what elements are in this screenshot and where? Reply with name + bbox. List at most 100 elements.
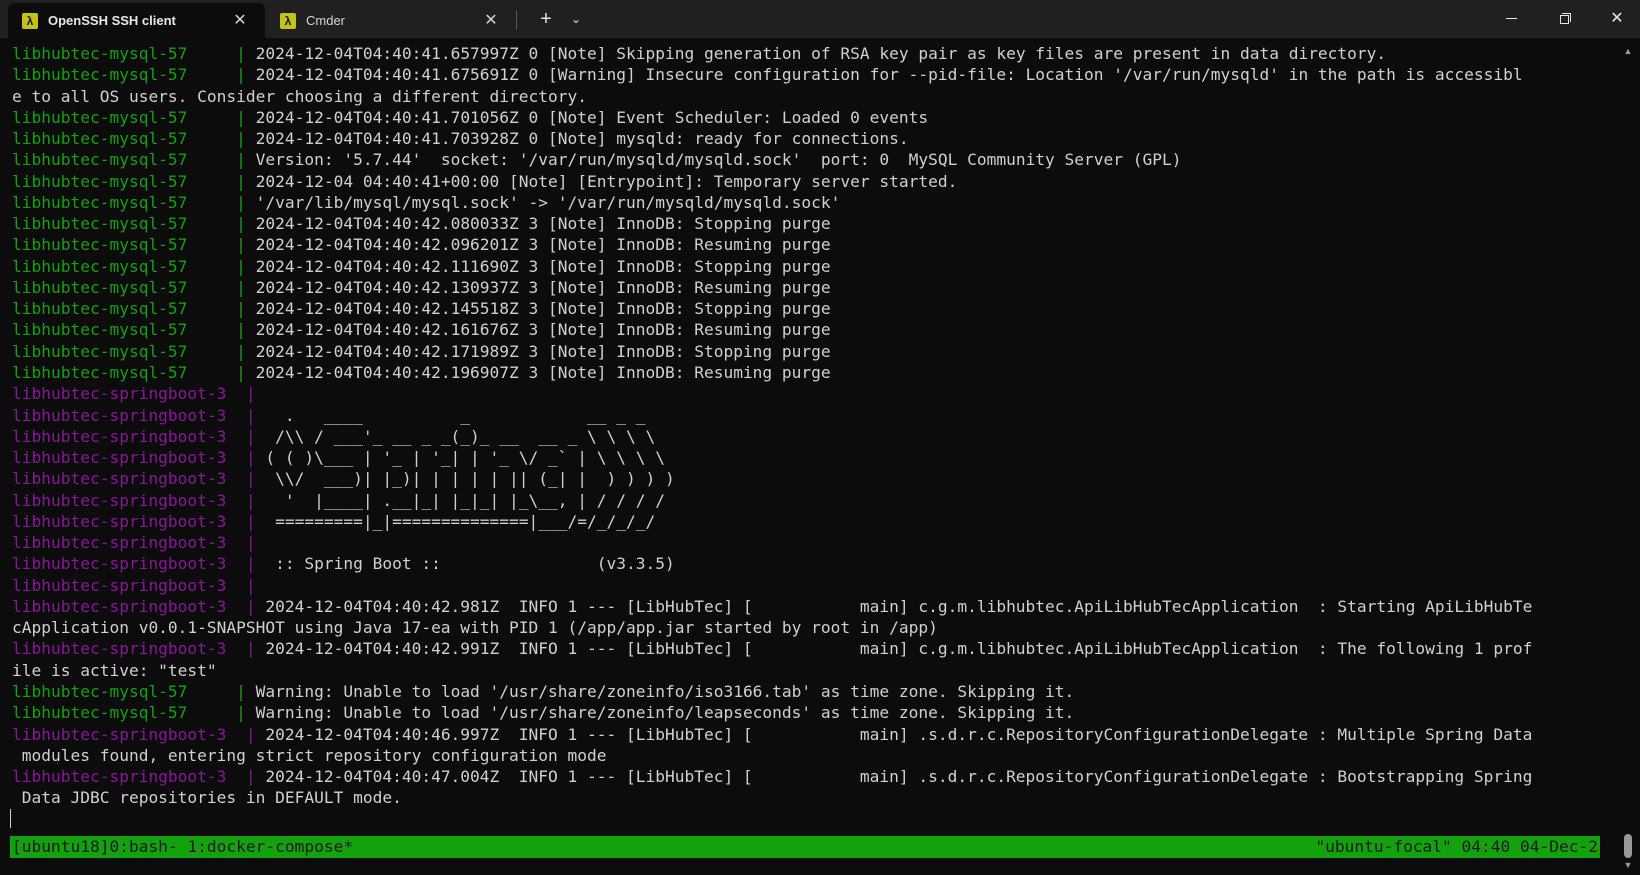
- terminal-line: libhubtec-springboot-3 | 2024-12-04T04:4…: [12, 596, 1612, 617]
- log-message: 2024-12-04T04:40:42.145518Z 3 [Note] Inn…: [255, 299, 831, 319]
- restore-button[interactable]: [1542, 0, 1588, 36]
- prompt-line[interactable]: [10, 808, 1612, 830]
- log-message: 2024-12-04T04:40:47.004Z INFO 1 --- [Lib…: [265, 767, 1533, 787]
- service-prefix: libhubtec-springboot-3 |: [12, 405, 266, 425]
- service-prefix: libhubtec-springboot-3 |: [12, 384, 266, 404]
- log-message: modules found, entering strict repositor…: [12, 745, 607, 765]
- service-prefix: libhubtec-springboot-3 |: [12, 490, 266, 510]
- service-prefix: libhubtec-springboot-3 |: [12, 575, 266, 595]
- log-message: ile is active: "test": [12, 660, 217, 680]
- restore-icon: [1560, 13, 1571, 24]
- terminal-line: libhubtec-mysql-57 | Warning: Unable to …: [12, 702, 1612, 723]
- terminal-line: libhubtec-mysql-57 | 2024-12-04T04:40:42…: [12, 298, 1612, 319]
- terminal-line: libhubtec-springboot-3 | \\/ ___)| |_)| …: [12, 468, 1612, 489]
- service-prefix: libhubtec-mysql-57 |: [12, 703, 256, 723]
- lambda-icon: λ: [22, 12, 38, 29]
- service-prefix: libhubtec-springboot-3 |: [12, 448, 266, 468]
- terminal-line: libhubtec-mysql-57 | 2024-12-04T04:40:41…: [12, 43, 1612, 64]
- chevron-down-icon[interactable]: ⌄: [564, 6, 588, 32]
- service-prefix: libhubtec-mysql-57 |: [12, 277, 256, 297]
- log-message: 2024-12-04T04:40:42.171989Z 3 [Note] Inn…: [255, 341, 831, 361]
- close-tab-icon[interactable]: ✕: [482, 11, 500, 29]
- scrollbar-thumb[interactable]: [1624, 834, 1632, 858]
- terminal-line: libhubtec-springboot-3 | :: Spring Boot …: [12, 553, 1612, 574]
- service-prefix: libhubtec-mysql-57 |: [12, 214, 256, 234]
- scroll-down-arrow-icon[interactable]: ▼: [1622, 860, 1634, 870]
- service-prefix: libhubtec-mysql-57 |: [12, 341, 256, 361]
- service-prefix: libhubtec-mysql-57 |: [12, 107, 256, 127]
- service-prefix: libhubtec-springboot-3 |: [12, 469, 266, 489]
- terminal-line: cApplication v0.0.1-SNAPSHOT using Java …: [12, 617, 1612, 638]
- minimize-icon: [1505, 17, 1517, 19]
- tab-openssh-ssh-client[interactable]: λ OpenSSH SSH client ✕: [8, 3, 265, 38]
- log-message: 2024-12-04T04:40:41.657997Z 0 [Note] Ski…: [255, 44, 1387, 63]
- service-prefix: libhubtec-mysql-57 |: [12, 150, 256, 170]
- log-message: :: Spring Boot :: (v3.3.5): [265, 554, 675, 574]
- tab-cmder[interactable]: λ Cmder ✕: [266, 3, 516, 38]
- terminal-line: libhubtec-mysql-57 | 2024-12-04T04:40:41…: [12, 64, 1612, 85]
- terminal-line: libhubtec-springboot-3 | ' |____| .__|_|…: [12, 490, 1612, 511]
- terminal-output[interactable]: libhubtec-mysql-57 | 2024-12-04T04:40:41…: [10, 43, 1612, 833]
- text-cursor: [10, 808, 11, 828]
- terminal-line: libhubtec-springboot-3 |: [12, 532, 1612, 553]
- lambda-icon: λ: [280, 12, 296, 29]
- tab-divider: [516, 10, 517, 30]
- terminal-line: libhubtec-mysql-57 | Warning: Unable to …: [12, 681, 1612, 702]
- terminal-line: Data JDBC repositories in DEFAULT mode.: [12, 787, 1612, 808]
- service-prefix: libhubtec-mysql-57 |: [12, 171, 256, 191]
- terminal-line: libhubtec-mysql-57 | 2024-12-04 04:40:41…: [12, 171, 1612, 192]
- log-message: Warning: Unable to load '/usr/share/zone…: [255, 703, 1075, 723]
- service-prefix: libhubtec-mysql-57 |: [12, 44, 256, 63]
- log-message: 2024-12-04T04:40:42.991Z INFO 1 --- [Lib…: [265, 639, 1533, 659]
- log-message: 2024-12-04T04:40:41.675691Z 0 [Warning] …: [255, 65, 1523, 85]
- log-message: Data JDBC repositories in DEFAULT mode.: [12, 788, 402, 808]
- log-message: '/var/lib/mysql/mysql.sock' -> '/var/run…: [255, 192, 841, 212]
- terminal-line: libhubtec-springboot-3 | ( ( )\___ | '_ …: [12, 447, 1612, 468]
- terminal-line: libhubtec-mysql-57 | 2024-12-04T04:40:42…: [12, 341, 1612, 362]
- terminal-line: libhubtec-mysql-57 | '/var/lib/mysql/mys…: [12, 192, 1612, 213]
- minimize-button[interactable]: [1488, 0, 1534, 36]
- service-prefix: libhubtec-springboot-3 |: [12, 511, 266, 531]
- terminal-line: libhubtec-mysql-57 | 2024-12-04T04:40:41…: [12, 107, 1612, 128]
- terminal-line: libhubtec-mysql-57 | 2024-12-04T04:40:42…: [12, 213, 1612, 234]
- log-message: 2024-12-04 04:40:41+00:00 [Note] [Entryp…: [255, 171, 958, 191]
- terminal-line: libhubtec-mysql-57 | 2024-12-04T04:40:42…: [12, 319, 1612, 340]
- status-bar-windows: [ubuntu18]0:bash- 1:docker-compose*: [12, 837, 354, 856]
- log-message: . ____ _ __ _ _: [265, 405, 646, 425]
- service-prefix: libhubtec-springboot-3 |: [12, 767, 266, 787]
- log-message: 2024-12-04T04:40:42.196907Z 3 [Note] Inn…: [255, 362, 831, 382]
- log-message: 2024-12-04T04:40:42.161676Z 3 [Note] Inn…: [255, 320, 831, 340]
- tab-label: Cmder: [306, 13, 346, 28]
- terminal-line: libhubtec-mysql-57 | 2024-12-04T04:40:42…: [12, 256, 1612, 277]
- log-message: 2024-12-04T04:40:42.096201Z 3 [Note] Inn…: [255, 235, 831, 255]
- service-prefix: libhubtec-springboot-3 |: [12, 554, 266, 574]
- service-prefix: libhubtec-springboot-3 |: [12, 533, 266, 553]
- scroll-up-arrow-icon[interactable]: ▲: [1622, 46, 1634, 56]
- log-message: 2024-12-04T04:40:41.703928Z 0 [Note] mys…: [255, 129, 909, 149]
- terminal-line: libhubtec-springboot-3 | =========|_|===…: [12, 511, 1612, 532]
- log-message: e to all OS users. Consider choosing a d…: [12, 86, 587, 106]
- log-message: 2024-12-04T04:40:42.080033Z 3 [Note] Inn…: [255, 214, 831, 234]
- close-window-button[interactable]: ✕: [1594, 0, 1640, 36]
- terminal-line: libhubtec-springboot-3 |: [12, 575, 1612, 596]
- terminal-line: libhubtec-springboot-3 | /\\ / ___'_ __ …: [12, 426, 1612, 447]
- terminal-line: libhubtec-mysql-57 | 2024-12-04T04:40:42…: [12, 277, 1612, 298]
- terminal-line: libhubtec-mysql-57 | 2024-12-04T04:40:41…: [12, 128, 1612, 149]
- log-message: /\\ / ___'_ __ _ _(_)_ __ __ _ \ \ \ \: [265, 426, 656, 446]
- terminal-line: libhubtec-springboot-3 |: [12, 383, 1612, 404]
- terminal-line: libhubtec-springboot-3 | 2024-12-04T04:4…: [12, 724, 1612, 745]
- service-prefix: libhubtec-mysql-57 |: [12, 192, 256, 212]
- new-tab-button[interactable]: +: [533, 6, 559, 32]
- log-message: Version: '5.7.44' socket: '/var/run/mysq…: [255, 150, 1182, 170]
- log-message: 2024-12-04T04:40:42.981Z INFO 1 --- [Lib…: [265, 596, 1533, 616]
- service-prefix: libhubtec-mysql-57 |: [12, 320, 256, 340]
- log-message: 2024-12-04T04:40:41.701056Z 0 [Note] Eve…: [255, 107, 929, 127]
- log-message: Warning: Unable to load '/usr/share/zone…: [255, 681, 1075, 701]
- close-tab-icon[interactable]: ✕: [231, 11, 249, 29]
- service-prefix: libhubtec-springboot-3 |: [12, 426, 266, 446]
- log-message: ( ( )\___ | '_ | '_| | '_ \/ _` | \ \ \ …: [265, 448, 665, 468]
- service-prefix: libhubtec-mysql-57 |: [12, 299, 256, 319]
- log-message: \\/ ___)| |_)| | | | | || (_| | ) ) ) ): [265, 469, 675, 489]
- terminal-line: libhubtec-mysql-57 | 2024-12-04T04:40:42…: [12, 362, 1612, 383]
- terminal-line: libhubtec-springboot-3 | 2024-12-04T04:4…: [12, 638, 1612, 659]
